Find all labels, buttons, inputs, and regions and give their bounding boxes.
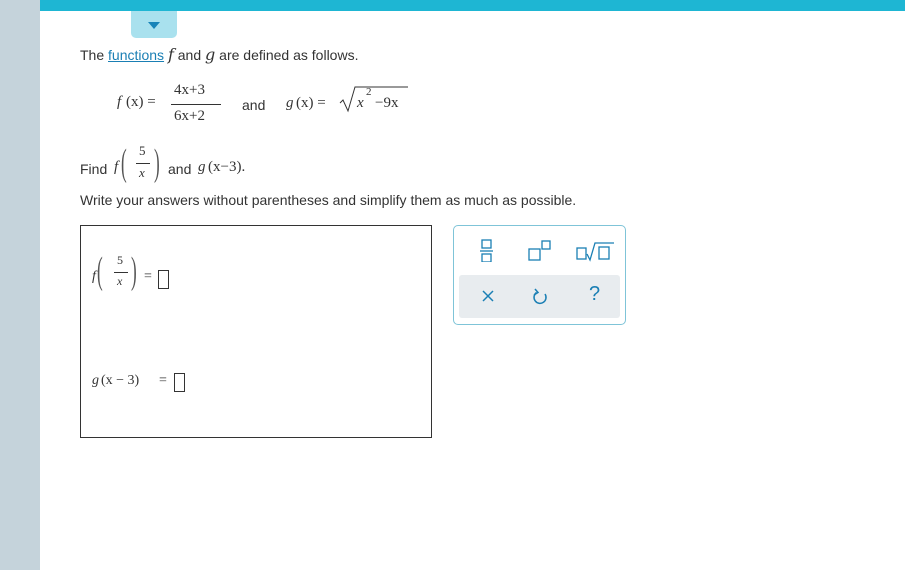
g-radicand-rest: −9x [375,95,399,111]
find-and: and [168,161,192,177]
find-paren-right: ) [154,142,160,184]
intro-prefix: The [80,47,109,63]
left-rail [0,0,40,570]
instruction-text: Write your answers without parentheses a… [80,192,577,208]
help-icon: ? [589,283,601,305]
clear-button[interactable] [475,285,503,309]
find-frac-den: x [139,165,145,180]
clear-icon [482,290,494,302]
g-radicand-x: x [357,95,364,111]
intro-text: The functions f and g are defined as fol… [80,45,358,64]
answer-a-fraction-bar [114,272,128,273]
superscript-button[interactable] [526,238,554,262]
g-exponent: 2 [366,86,372,98]
definition-connector: and [242,97,266,113]
top-bar [40,0,905,11]
undo-button[interactable] [527,285,555,309]
answer-b-g: g [92,373,99,388]
caret-down-icon [148,22,160,29]
fraction-icon [480,239,493,263]
f-denominator: 6x+2 [174,108,205,124]
f-fraction-bar [171,104,221,105]
intro-suffix: are defined as follows. [219,47,359,63]
answer-a-equals: = [144,269,152,284]
answer-a-input[interactable] [158,270,169,289]
collapse-toggle-button[interactable] [131,11,177,38]
find-paren-left: ( [121,142,127,184]
g-symbol: g [286,95,294,111]
help-button[interactable]: ? [585,283,613,307]
answer-b-input[interactable] [174,373,185,392]
superscript-icon [528,240,551,261]
intro-and: and [177,47,202,63]
f-symbol: f [117,94,122,110]
answer-b-args: (x − 3) [101,373,140,388]
functions-link[interactable]: functions [108,47,164,63]
find-g-args: (x−3). [208,159,246,175]
answer-area: f ( 5 x ) = g (x − 3) = [80,225,432,438]
answer-a-frac-den: x [117,274,123,288]
answer-b-equals: = [159,373,167,388]
answer-a-paren-left: ( [97,250,103,292]
fraction-button[interactable] [473,238,501,263]
answer-a-frac-num: 5 [117,253,123,267]
palette-actions: ? [459,275,620,318]
find-frac-num: 5 [139,143,146,158]
f-numerator: 4x+3 [174,82,205,98]
answer-a-f: f [92,269,96,284]
intro-f: f [167,45,174,64]
g-args: (x) = [296,95,326,111]
sqrt-button[interactable] [576,238,616,262]
f-args: (x) = [126,94,156,110]
math-palette: ? [453,225,626,325]
find-f: f [114,159,119,175]
intro-g: g [205,45,216,64]
undo-icon [533,288,547,305]
sqrt-sign-icon [339,86,408,113]
find-fraction-bar [136,163,150,164]
answer-a-paren-right: ) [131,250,137,292]
find-g: g [198,159,206,175]
find-label: Find [80,161,108,177]
sqrt-icon [576,242,614,262]
